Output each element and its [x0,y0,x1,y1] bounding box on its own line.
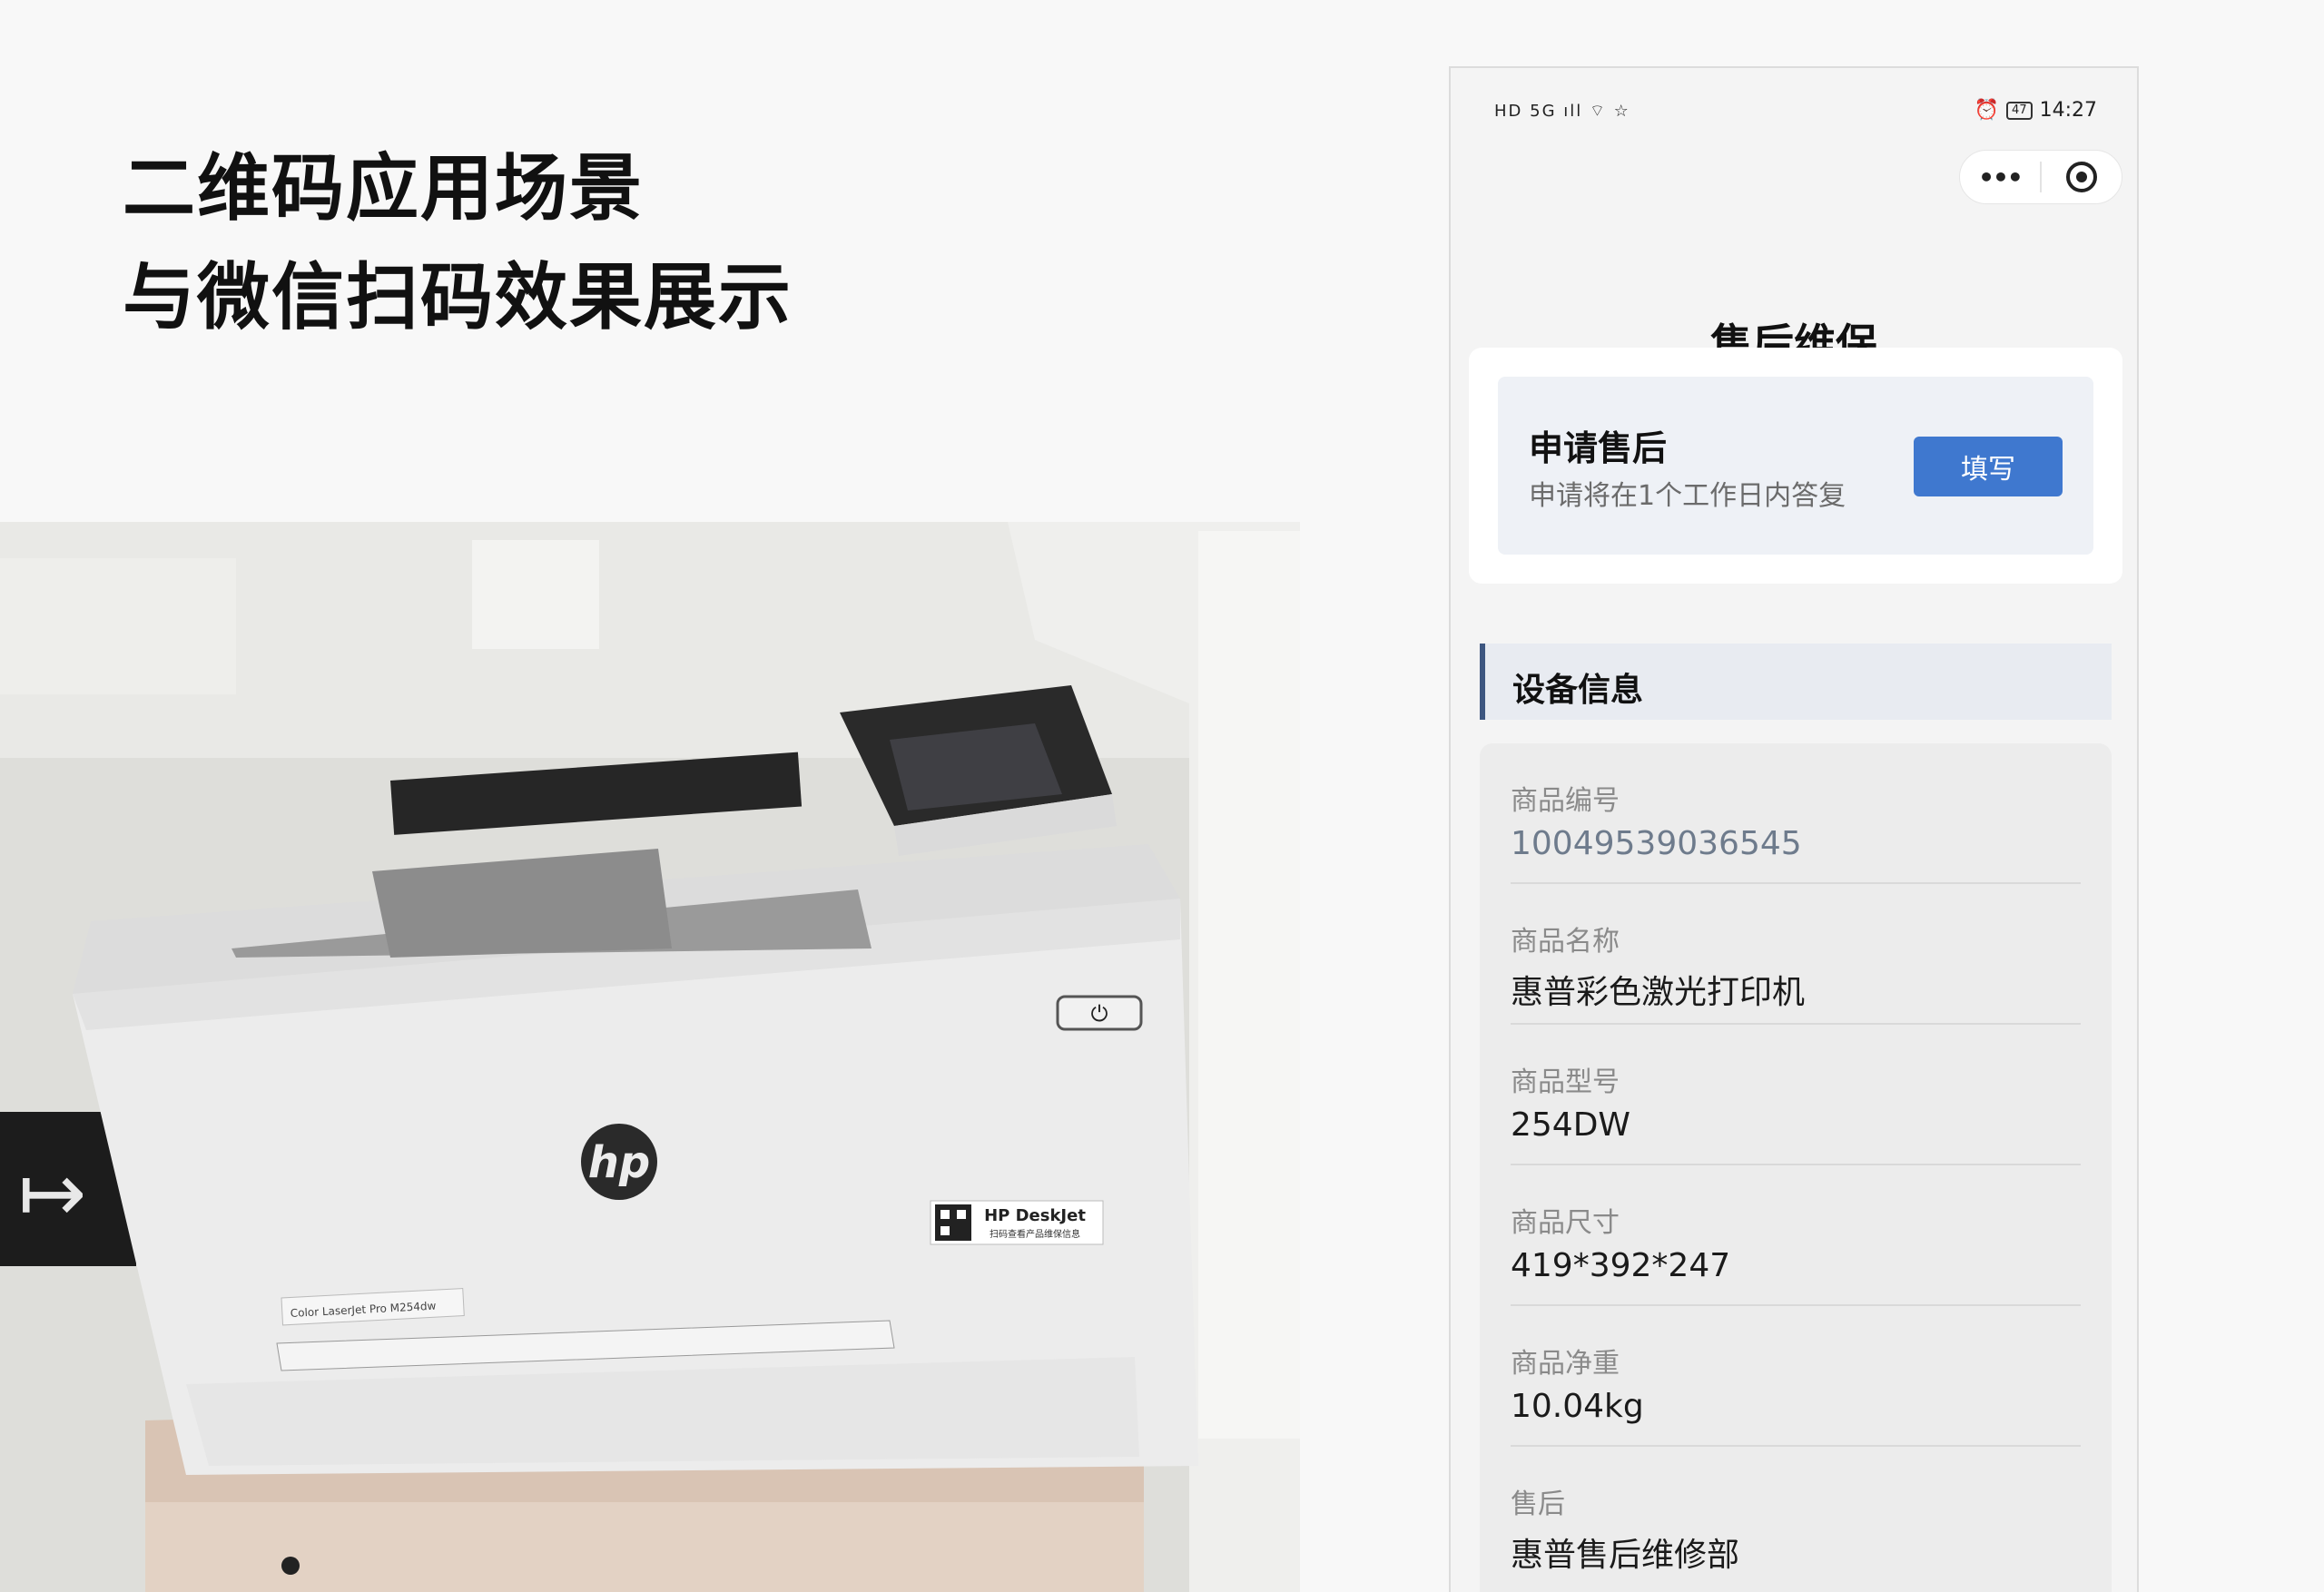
section-title: 设备信息 [1512,672,1644,709]
info-label: 售后 [1511,1489,1565,1520]
printer-illustration: ↦ ⏻ hp HP DeskJet 扫码查看产品维保信息 Color Laser [0,522,1300,1592]
service-subtitle: 申请将在1个工作日内答复 [1529,480,1846,512]
info-label: 商品净重 [1511,1348,1620,1380]
close-miniprogram-button[interactable] [2042,151,2122,203]
info-value: 10049539036545 [1511,825,1802,862]
qr-label-title: HP DeskJet [984,1206,1086,1225]
more-dots-icon: ••• [1978,162,2024,192]
qr-label-subtitle: 扫码查看产品维保信息 [990,1228,1080,1240]
device-info-list: 商品编号 10049539036545 商品名称 惠普彩色激光打印机 商品型号 … [1480,743,2112,1592]
info-row-model: 商品型号 254DW [1511,1025,2081,1165]
info-label: 商品名称 [1511,926,1620,958]
service-title: 申请售后 [1529,428,1668,468]
battery-icon: 47 [2006,101,2033,120]
info-row-aftersales: 售后 惠普售后维修部 [1511,1447,2081,1587]
info-value: 254DW [1511,1106,1631,1144]
status-bar: HD 5G ıll ⌔ ☆ ⏰ 47 14:27 [1451,68,2137,159]
more-button[interactable]: ••• [1960,151,2040,203]
heading-line-1: 二维码应用场景 [123,146,644,231]
service-card: 申请售后 申请将在1个工作日内答复 填写 [1469,348,2122,584]
info-row-size: 商品尺寸 419*392*247 [1511,1165,2081,1306]
status-signal-icons: HD 5G ıll ⌔ ☆ [1494,102,1630,121]
alarm-icon: ⏰ [1974,99,2000,122]
status-right: ⏰ 47 14:27 [1974,99,2097,122]
hp-logo-text: hp [588,1137,651,1188]
svg-text:⏻: ⏻ [1091,1001,1108,1027]
info-row-name: 商品名称 惠普彩色激光打印机 [1511,884,2081,1025]
info-value: 惠普彩色激光打印机 [1511,974,1806,1011]
info-label: 商品编号 [1511,785,1620,817]
info-row-sku: 商品编号 10049539036545 [1511,743,2081,884]
info-label: 商品型号 [1511,1066,1620,1098]
miniprogram-capsule: ••• [1959,150,2122,204]
info-row-weight: 商品净重 10.04kg [1511,1306,2081,1447]
heading-line-2: 与微信扫码效果展示 [123,255,793,339]
phone-screen: HD 5G ıll ⌔ ☆ ⏰ 47 14:27 ••• 售后维保 申请售后 申… [1449,66,2139,1592]
service-panel: 申请售后 申请将在1个工作日内答复 填写 [1498,377,2093,555]
target-icon [2066,162,2097,192]
printer-photo: ↦ ⏻ hp HP DeskJet 扫码查看产品维保信息 Color Laser [0,522,1300,1592]
svg-text:↦: ↦ [18,1145,86,1241]
status-time: 14:27 [2039,99,2097,122]
fill-button[interactable]: 填写 [1914,437,2063,496]
section-header: 设备信息 [1480,644,2112,720]
page-heading: 二维码应用场景 与微信扫码效果展示 [123,134,793,352]
info-value: 419*392*247 [1511,1247,1731,1284]
info-value: 惠普售后维修部 [1511,1537,1740,1574]
info-label: 商品尺寸 [1511,1207,1620,1239]
info-value: 10.04kg [1511,1388,1644,1425]
